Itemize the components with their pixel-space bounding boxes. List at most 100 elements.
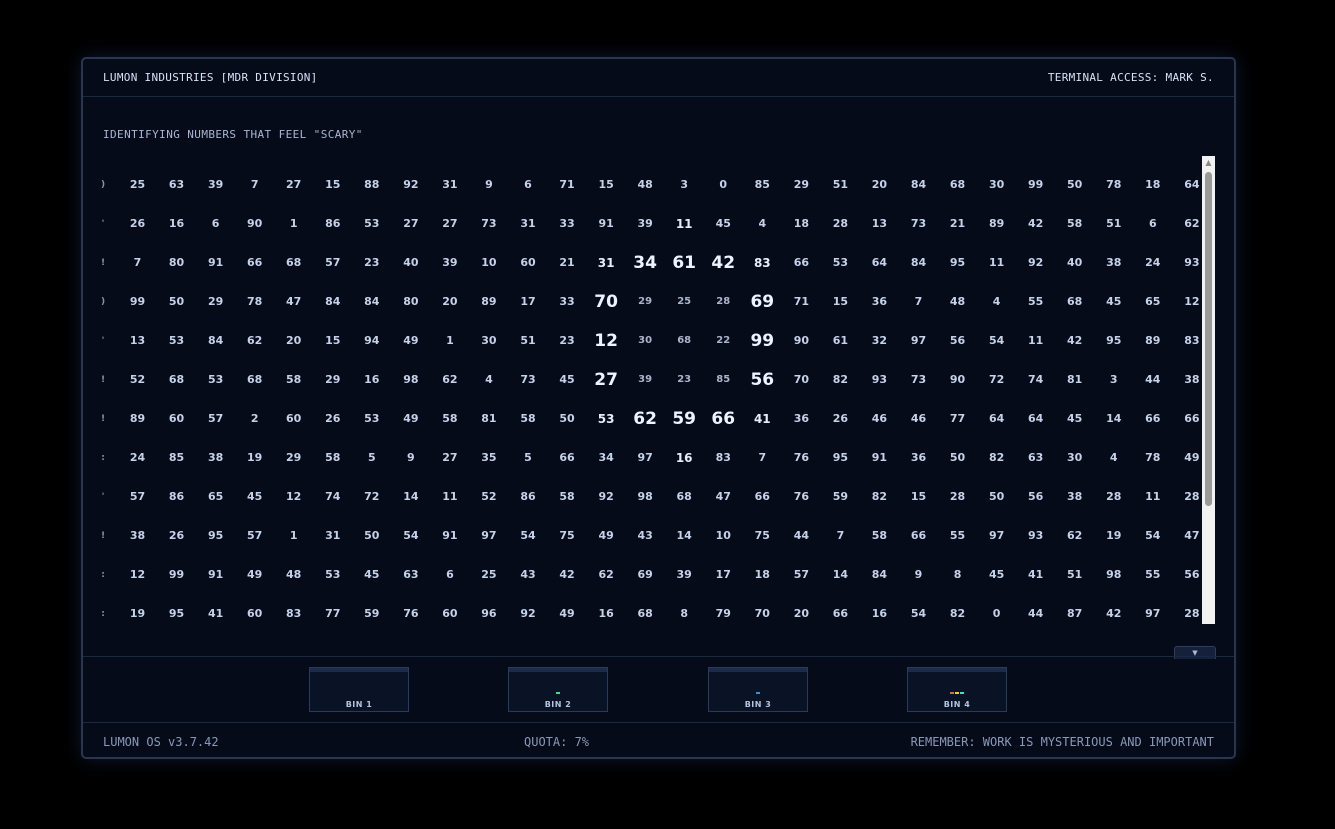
- grid-number[interactable]: 5: [356, 451, 388, 465]
- grid-number[interactable]: 30: [473, 334, 505, 348]
- grid-number[interactable]: 27: [395, 217, 427, 231]
- grid-number[interactable]: 42: [1020, 217, 1052, 231]
- grid-number[interactable]: 86: [512, 490, 544, 504]
- grid-number[interactable]: 52: [473, 490, 505, 504]
- grid-number[interactable]: 15: [903, 490, 935, 504]
- grid-number[interactable]: 45: [356, 568, 388, 582]
- grid-number[interactable]: 68: [161, 373, 193, 387]
- grid-number[interactable]: 4: [746, 217, 778, 231]
- grid-number[interactable]: 71: [551, 178, 583, 192]
- grid-number[interactable]: 49: [1176, 451, 1201, 465]
- grid-number[interactable]: 41: [200, 607, 232, 621]
- grid-number[interactable]: 60: [434, 607, 466, 621]
- grid-number[interactable]: 15: [824, 295, 856, 309]
- grid-number[interactable]: 34: [629, 253, 661, 273]
- grid-number[interactable]: 76: [785, 490, 817, 504]
- grid-number[interactable]: 76: [395, 607, 427, 621]
- grid-number[interactable]: 79: [707, 607, 739, 621]
- grid-number[interactable]: 93: [863, 373, 895, 387]
- grid-number[interactable]: 81: [473, 412, 505, 426]
- grid-number[interactable]: 78: [1098, 178, 1130, 192]
- grid-number[interactable]: 7: [239, 178, 271, 192]
- grid-number[interactable]: 7: [122, 256, 154, 270]
- grid-number[interactable]: 53: [824, 256, 856, 270]
- grid-number[interactable]: 62: [1059, 529, 1091, 543]
- grid-number[interactable]: 12: [278, 490, 310, 504]
- grid-number[interactable]: 77: [942, 412, 974, 426]
- grid-number[interactable]: 51: [1098, 217, 1130, 231]
- grid-number[interactable]: 58: [551, 490, 583, 504]
- grid-number[interactable]: 38: [200, 451, 232, 465]
- grid-number[interactable]: 41: [1020, 568, 1052, 582]
- grid-number[interactable]: 38: [122, 529, 154, 543]
- grid-number[interactable]: 97: [629, 451, 661, 465]
- grid-number[interactable]: 15: [317, 334, 349, 348]
- grid-number[interactable]: 23: [668, 373, 700, 387]
- grid-number[interactable]: 50: [1059, 178, 1091, 192]
- grid-number[interactable]: 53: [356, 412, 388, 426]
- grid-number[interactable]: 30: [1059, 451, 1091, 465]
- grid-number[interactable]: 7: [746, 451, 778, 465]
- grid-number[interactable]: 85: [746, 178, 778, 192]
- grid-number[interactable]: 61: [668, 253, 700, 273]
- grid-number[interactable]: 11: [434, 490, 466, 504]
- grid-number[interactable]: 33: [551, 295, 583, 309]
- grid-number[interactable]: 54: [903, 607, 935, 621]
- grid-number[interactable]: 87: [1059, 607, 1091, 621]
- grid-number[interactable]: 75: [746, 529, 778, 543]
- grid-number[interactable]: 20: [863, 178, 895, 192]
- grid-number[interactable]: 61: [824, 334, 856, 348]
- grid-number[interactable]: 45: [981, 568, 1013, 582]
- grid-number[interactable]: 60: [161, 412, 193, 426]
- grid-number[interactable]: 54: [1137, 529, 1169, 543]
- grid-number[interactable]: 16: [356, 373, 388, 387]
- grid-number[interactable]: 68: [668, 334, 700, 348]
- grid-number[interactable]: 66: [551, 451, 583, 465]
- grid-number[interactable]: 19: [1098, 529, 1130, 543]
- grid-number[interactable]: 62: [590, 568, 622, 582]
- grid-number[interactable]: 63: [161, 178, 193, 192]
- grid-number[interactable]: 21: [551, 256, 583, 270]
- grid-number[interactable]: 45: [707, 217, 739, 231]
- grid-number[interactable]: 11: [981, 256, 1013, 270]
- grid-number[interactable]: 32: [863, 334, 895, 348]
- grid-number[interactable]: 78: [1137, 451, 1169, 465]
- grid-number[interactable]: 47: [1176, 529, 1201, 543]
- grid-number[interactable]: 80: [161, 256, 193, 270]
- grid-number[interactable]: 48: [942, 295, 974, 309]
- grid-number[interactable]: 14: [1098, 412, 1130, 426]
- grid-number[interactable]: 88: [356, 178, 388, 192]
- grid-number[interactable]: 95: [824, 451, 856, 465]
- grid-number[interactable]: 47: [278, 295, 310, 309]
- grid-number[interactable]: 5: [512, 451, 544, 465]
- grid-number[interactable]: 83: [707, 451, 739, 465]
- grid-number[interactable]: 21: [942, 217, 974, 231]
- grid-number[interactable]: 43: [629, 529, 661, 543]
- grid-number[interactable]: 52: [122, 373, 154, 387]
- grid-number[interactable]: 26: [317, 412, 349, 426]
- grid-number[interactable]: 68: [668, 490, 700, 504]
- grid-number[interactable]: 13: [863, 217, 895, 231]
- grid-number[interactable]: 63: [395, 568, 427, 582]
- grid-number[interactable]: 34: [590, 451, 622, 465]
- grid-number[interactable]: 92: [395, 178, 427, 192]
- grid-number[interactable]: 49: [395, 334, 427, 348]
- grid-number[interactable]: 50: [161, 295, 193, 309]
- grid-number[interactable]: 90: [239, 217, 271, 231]
- grid-number[interactable]: 84: [200, 334, 232, 348]
- grid-number[interactable]: 66: [746, 490, 778, 504]
- grid-number[interactable]: 94: [356, 334, 388, 348]
- grid-number[interactable]: 50: [356, 529, 388, 543]
- grid-number[interactable]: 84: [903, 178, 935, 192]
- grid-number[interactable]: 68: [278, 256, 310, 270]
- grid-number[interactable]: 68: [942, 178, 974, 192]
- grid-number[interactable]: 72: [356, 490, 388, 504]
- grid-number[interactable]: 81: [1059, 373, 1091, 387]
- grid-number[interactable]: 84: [356, 295, 388, 309]
- grid-number[interactable]: 62: [629, 409, 661, 429]
- grid-number[interactable]: 66: [824, 607, 856, 621]
- grid-number[interactable]: 30: [629, 334, 661, 348]
- grid-number[interactable]: 95: [942, 256, 974, 270]
- grid-number[interactable]: 12: [590, 331, 622, 351]
- grid-number[interactable]: 1: [278, 217, 310, 231]
